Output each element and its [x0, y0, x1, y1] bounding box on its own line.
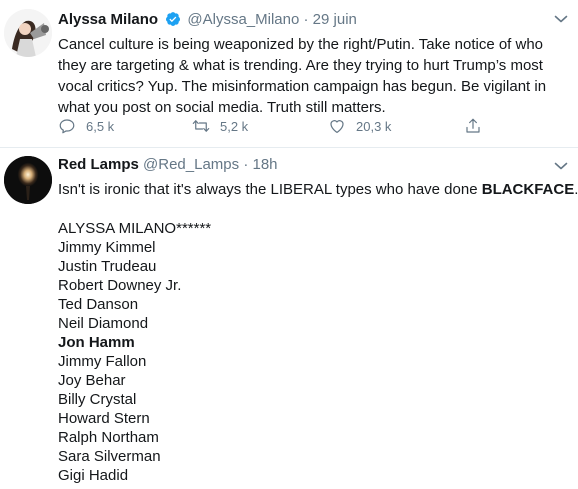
- avatar-lamp-icon: [4, 156, 52, 204]
- timestamp[interactable]: 29 juin: [313, 11, 357, 28]
- list-item: Ralph Northam: [58, 429, 159, 446]
- avatar[interactable]: [4, 156, 52, 204]
- list-item: ALYSSA MILANO******: [58, 220, 212, 237]
- bold-text: BLACKFACE: [481, 181, 575, 198]
- text-segment: .: [574, 181, 578, 198]
- reply-button[interactable]: 6,5 k: [58, 117, 114, 135]
- like-button[interactable]: 20,3 k: [328, 117, 391, 135]
- tweet-red-lamps[interactable]: Red Lamps @Red_Lamps · 18h Isn't is iron…: [0, 148, 578, 489]
- retweet-button[interactable]: 5,2 k: [192, 117, 248, 135]
- handle[interactable]: @Red_Lamps: [143, 156, 239, 173]
- chevron-down-icon[interactable]: [554, 161, 568, 171]
- tweet-text-line: vocal critics? Yup. The misinformation c…: [58, 78, 547, 95]
- reply-icon: [59, 119, 75, 134]
- list-item: Robert Downey Jr.: [58, 277, 182, 294]
- list-item: Sara Silverman: [58, 448, 161, 465]
- name-list: ALYSSA MILANO****** Jimmy Kimmel Justin …: [58, 219, 573, 485]
- list-item: Ted Danson: [58, 296, 139, 313]
- retweet-count: 5,2 k: [220, 118, 249, 134]
- text-segment: Isn't is ironic that it's always the LIB…: [58, 181, 482, 198]
- list-item: Neil Diamond: [58, 315, 149, 332]
- list-item: Justin Trudeau: [58, 258, 157, 275]
- separator: ·: [303, 11, 309, 28]
- chevron-down-icon[interactable]: [554, 14, 568, 24]
- share-icon: [466, 118, 480, 133]
- bold-text: Jon Hamm: [58, 334, 135, 351]
- retweet-icon: [192, 120, 210, 132]
- separator: ·: [243, 156, 249, 173]
- avatar[interactable]: [4, 9, 52, 57]
- list-item: Jon Hamm: [58, 333, 573, 352]
- tweet-actions: 6,5 k 5,2 k 20,3 k: [58, 117, 498, 139]
- list-item: Joy Behar: [58, 372, 126, 389]
- tweet-text-line: they are targeting & what is trending. A…: [58, 57, 543, 74]
- display-name[interactable]: Alyssa Milano: [58, 11, 158, 28]
- tweet-text-line: Cancel culture is being weaponized by th…: [58, 36, 544, 53]
- list-item: Howard Stern: [58, 410, 150, 427]
- heart-icon: [330, 120, 344, 133]
- timestamp[interactable]: 18h: [252, 156, 277, 173]
- avatar-illustration-icon: [4, 9, 52, 57]
- tweet-text: Cancel culture is being weaponized by th…: [58, 34, 573, 118]
- tweet-text-line: what you post on social media. Truth sti…: [58, 99, 386, 116]
- tweet-header: Alyssa Milano @Alyssa_Milano · 29 juin: [58, 10, 357, 30]
- reply-count: 6,5 k: [86, 118, 115, 134]
- tweet-header: Red Lamps @Red_Lamps · 18h: [58, 155, 278, 175]
- handle[interactable]: @Alyssa_Milano: [187, 11, 299, 28]
- verified-badge-icon: [166, 12, 181, 26]
- list-item: Jimmy Kimmel: [58, 239, 156, 256]
- like-count: 20,3 k: [356, 118, 392, 134]
- list-item: Jimmy Fallon: [58, 353, 147, 370]
- list-item: Gigi Hadid: [58, 467, 129, 484]
- tweet-text-line: Isn't is ironic that it's always the LIB…: [58, 179, 578, 200]
- share-button[interactable]: [464, 117, 492, 135]
- display-name[interactable]: Red Lamps: [58, 156, 139, 173]
- tweet-alyssa-milano[interactable]: Alyssa Milano @Alyssa_Milano · 29 juin C…: [0, 0, 578, 147]
- tweet-text: Isn't is ironic that it's always the LIB…: [58, 179, 578, 485]
- list-item: Billy Crystal: [58, 391, 137, 408]
